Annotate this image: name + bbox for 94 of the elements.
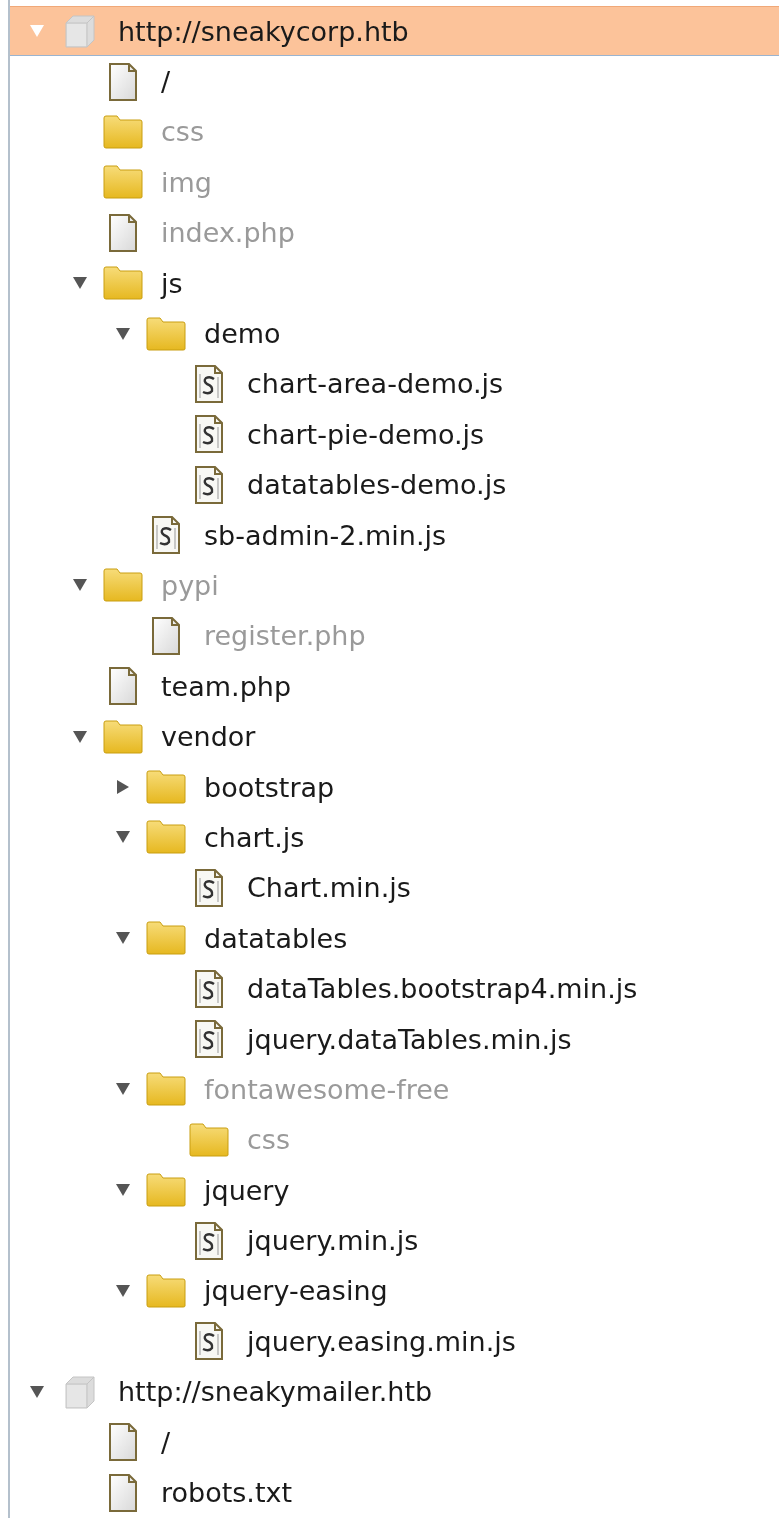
node-label: jquery.min.js [247,1225,419,1257]
tree-row[interactable]: team.php [10,661,779,712]
folder-icon [146,820,186,855]
tree-row[interactable]: chart-pie-demo.js [10,409,779,460]
tree-row[interactable]: / [10,1416,779,1468]
tree-row[interactable]: demo [10,308,779,359]
tree-row[interactable]: jquery.min.js [10,1215,779,1266]
caret-right-icon[interactable] [116,779,130,796]
tree-row[interactable]: / [10,56,779,107]
script-file-icon [151,516,181,555]
cube-icon [62,1374,98,1409]
tree-row[interactable]: datatables [10,913,779,964]
folder-icon [189,1122,229,1157]
node-label: bootstrap [204,771,335,803]
node-label: / [161,1426,171,1458]
folder-icon [146,1273,186,1308]
folder-icon [146,1072,186,1107]
tree-row[interactable]: http://sneakymailer.htb [10,1366,779,1417]
script-file-icon [194,1322,224,1361]
tree-row[interactable]: Chart.min.js [10,862,779,914]
caret-down-icon[interactable] [72,729,88,744]
node-label: Chart.min.js [247,872,411,904]
tree-row[interactable]: dataTables.bootstrap4.min.js [10,963,779,1014]
node-label: sb-admin-2.min.js [204,519,447,551]
folder-icon [103,165,143,200]
folder-icon [103,568,143,603]
node-label: datatables-demo.js [247,469,507,501]
node-label: team.php [161,670,292,702]
cube-icon [62,14,98,49]
file-icon [108,62,138,101]
tree-row[interactable]: jquery.easing.min.js [10,1316,779,1367]
node-label: index.php [161,217,295,249]
script-file-icon [194,1020,224,1058]
tree-row[interactable]: http://sneakycorp.htb [10,6,779,57]
node-label: jquery [204,1174,290,1206]
script-file-icon [194,1221,224,1260]
script-file-icon [194,969,224,1008]
tree-row[interactable]: sb-admin-2.min.js [10,509,779,561]
node-label: / [161,66,171,98]
tree-row[interactable]: vendor [10,711,779,762]
node-label: fontawesome-free [204,1073,450,1105]
caret-down-icon[interactable] [29,1384,45,1399]
tree-row[interactable]: robots.txt [10,1467,779,1518]
node-label: vendor [161,721,256,753]
folder-icon [146,770,186,805]
tree-row[interactable]: jquery-easing [10,1265,779,1317]
node-label: js [161,267,183,299]
caret-down-icon[interactable] [115,1283,131,1298]
node-label: http://sneakycorp.htb [118,15,409,47]
folder-icon [146,921,186,956]
node-label: chart-pie-demo.js [247,418,485,450]
tree-row[interactable]: chart.js [10,812,779,863]
caret-down-icon[interactable] [115,931,131,946]
node-label: register.php [204,620,366,652]
folder-icon [146,1173,186,1208]
caret-down-icon[interactable] [115,830,131,845]
tree-row[interactable]: bootstrap [10,761,779,813]
caret-down-icon[interactable] [72,276,88,291]
caret-down-icon[interactable] [115,326,131,341]
node-label: datatables [204,922,348,954]
folder-icon [146,316,186,351]
file-icon [108,1473,138,1512]
file-icon [151,616,181,655]
node-label: img [161,166,212,198]
node-label: chart-area-demo.js [247,368,504,400]
caret-down-icon[interactable] [115,1183,131,1198]
tree-row[interactable]: datatables-demo.js [10,459,779,510]
script-file-icon [194,415,224,454]
tree-row[interactable]: chart-area-demo.js [10,358,779,410]
node-label: jquery.easing.min.js [247,1325,516,1357]
node-label: css [161,116,204,148]
node-label: robots.txt [161,1477,293,1508]
file-icon [108,1423,138,1462]
node-label: dataTables.bootstrap4.min.js [247,973,638,1005]
file-icon [108,213,138,252]
node-label: jquery-easing [204,1275,388,1307]
caret-down-icon[interactable] [72,578,88,593]
tree-row[interactable]: js [10,257,779,309]
script-file-icon [194,364,224,403]
node-label: http://sneakymailer.htb [118,1376,433,1408]
node-label: demo [204,318,281,350]
node-label: pypi [161,570,219,601]
node-label: chart.js [204,821,305,853]
folder-icon [103,266,143,301]
tree-row[interactable]: jquery [10,1165,779,1216]
file-icon [108,667,138,706]
caret-down-icon[interactable] [115,1082,131,1097]
node-label: jquery.dataTables.min.js [247,1023,572,1055]
node-label: css [247,1124,290,1156]
script-file-icon [194,465,224,504]
tree-row[interactable]: jquery.dataTables.min.js [10,1013,779,1065]
folder-icon [103,114,143,149]
folder-icon [103,719,143,754]
script-file-icon [194,868,224,907]
